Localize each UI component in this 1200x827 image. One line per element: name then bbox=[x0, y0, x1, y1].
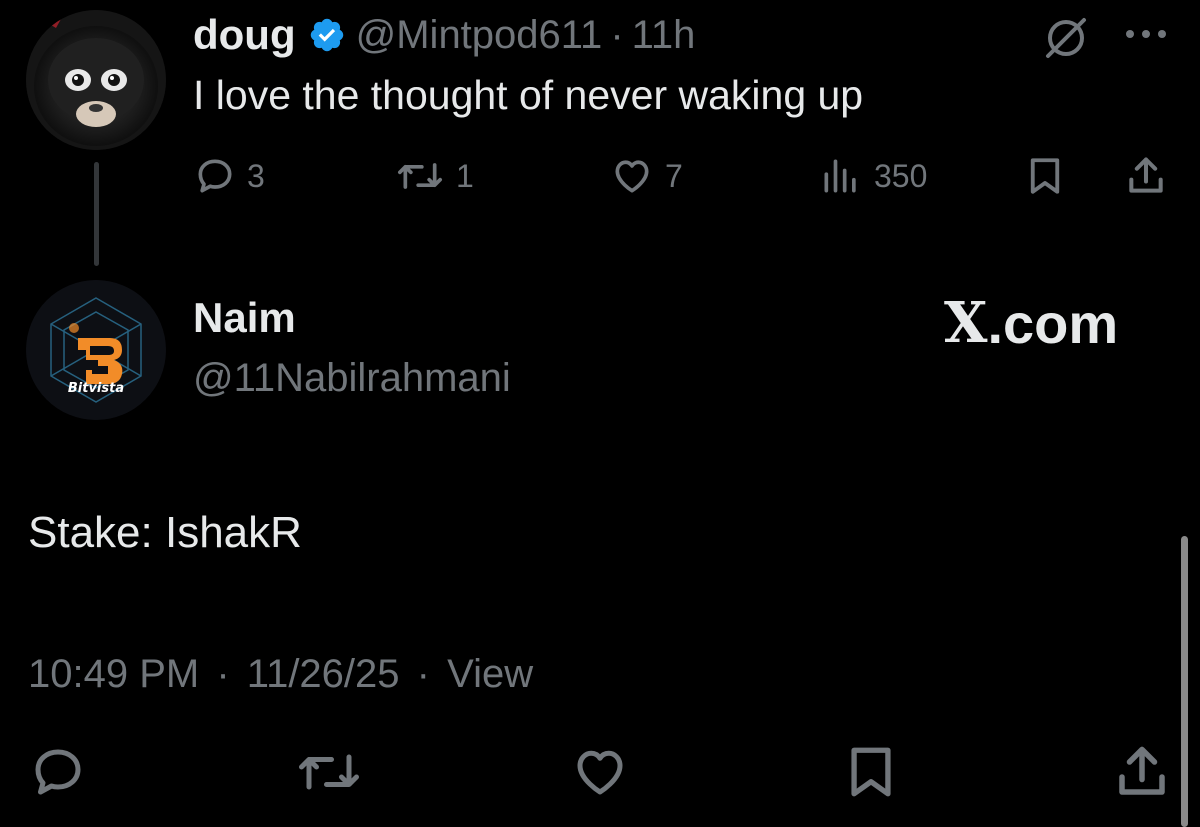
retweet-button[interactable]: 1 bbox=[394, 152, 474, 200]
parent-tweet-header: doug @Mintpod611 · 11h bbox=[193, 10, 695, 60]
retweet-button-bottom[interactable] bbox=[294, 748, 364, 796]
x-com-domain: .com bbox=[987, 291, 1119, 355]
meta-separator: · bbox=[610, 12, 624, 57]
bookmark-icon bbox=[851, 747, 891, 797]
parent-time-ago[interactable]: 11h bbox=[632, 13, 696, 58]
parent-tweet-text: I love the thought of never waking up bbox=[193, 72, 864, 118]
heart-icon bbox=[577, 750, 623, 795]
share-button[interactable] bbox=[1124, 152, 1168, 200]
avatar-naim[interactable]: Bitvista bbox=[26, 280, 166, 420]
reply-display-name[interactable]: Naim bbox=[193, 294, 296, 342]
views-icon bbox=[824, 159, 856, 193]
more-icon[interactable] bbox=[1122, 14, 1170, 54]
reply-tweet-text: Stake: IshakR bbox=[28, 508, 302, 557]
parent-handle[interactable]: @Mintpod611 bbox=[356, 13, 603, 58]
reply-button[interactable]: 3 bbox=[193, 152, 265, 200]
meta-separator: · bbox=[216, 652, 230, 696]
heart-icon bbox=[615, 160, 649, 193]
x-com-watermark: X .com bbox=[944, 290, 1118, 356]
bitvista-avatar-label: Bitvista bbox=[68, 381, 124, 396]
meta-separator: · bbox=[416, 652, 430, 696]
bookmark-button[interactable] bbox=[1024, 152, 1066, 200]
reply-timestamp-row: 10:49 PM · 11/26/25 · View bbox=[28, 652, 533, 697]
bookmark-button-bottom[interactable] bbox=[842, 747, 900, 797]
like-button-bottom[interactable] bbox=[568, 748, 632, 796]
retweet-icon bbox=[398, 163, 442, 189]
x-logo-icon: X bbox=[944, 290, 988, 356]
thread-connector-line bbox=[94, 162, 99, 266]
monkey-avatar-image bbox=[26, 10, 166, 150]
share-icon bbox=[1129, 157, 1163, 193]
like-count: 7 bbox=[665, 157, 683, 194]
reply-icon bbox=[198, 159, 232, 193]
reply-date[interactable]: 11/26/25 bbox=[247, 652, 400, 696]
verified-badge-icon bbox=[308, 16, 346, 54]
views-button[interactable]: 350 bbox=[818, 152, 927, 200]
reply-handle[interactable]: @11Nabilrahmani bbox=[193, 356, 511, 401]
reply-time[interactable]: 10:49 PM bbox=[28, 652, 199, 696]
avatar-doug[interactable] bbox=[26, 10, 166, 150]
view-count: 350 bbox=[874, 157, 928, 194]
reply-count: 3 bbox=[247, 157, 265, 194]
reply-icon bbox=[35, 749, 81, 795]
bitvista-avatar-image: Bitvista bbox=[26, 280, 166, 420]
reply-button-bottom[interactable] bbox=[28, 748, 88, 796]
share-icon bbox=[1119, 746, 1165, 795]
scrollbar[interactable] bbox=[1181, 536, 1188, 827]
retweet-icon bbox=[299, 754, 359, 790]
bookmark-icon bbox=[1030, 158, 1060, 194]
view-link[interactable]: View bbox=[447, 652, 533, 696]
retweet-count: 1 bbox=[456, 157, 474, 194]
grok-icon[interactable] bbox=[1042, 14, 1090, 62]
share-button-bottom[interactable] bbox=[1112, 746, 1172, 796]
parent-display-name[interactable]: doug bbox=[193, 11, 296, 59]
like-button[interactable]: 7 bbox=[609, 152, 683, 200]
